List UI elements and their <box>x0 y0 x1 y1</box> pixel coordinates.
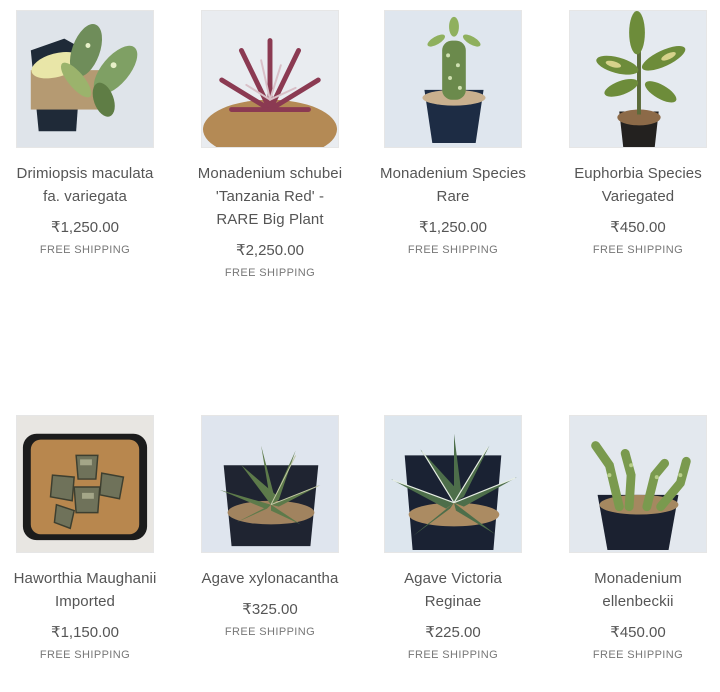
product-card[interactable]: Drimiopsis maculata fa. variegata ₹1,250… <box>0 10 170 256</box>
shipping-label: FREE SHIPPING <box>407 244 499 256</box>
product-card[interactable]: Monadenium ellenbeckii ₹450.00 FREE SHIP… <box>553 415 720 661</box>
product-price: ₹325.00 <box>242 601 298 618</box>
shipping-label: FREE SHIPPING <box>39 649 131 661</box>
product-card[interactable]: Euphorbia Species Variegated ₹450.00 FRE… <box>553 10 720 256</box>
monadenium-schubei-plant-image[interactable] <box>201 10 339 148</box>
product-price: ₹450.00 <box>610 624 666 641</box>
product-card[interactable]: Agave xylonacantha ₹325.00 FREE SHIPPING <box>185 415 355 638</box>
monadenium-species-plant-image[interactable] <box>384 10 522 148</box>
shipping-label: FREE SHIPPING <box>592 244 684 256</box>
product-title[interactable]: Euphorbia Species Variegated <box>563 162 713 208</box>
product-title[interactable]: Monadenium schubei 'Tanzania Red' - RARE… <box>195 162 345 231</box>
product-price: ₹450.00 <box>610 219 666 236</box>
drimiopsis-plant-image[interactable] <box>16 10 154 148</box>
product-price: ₹1,250.00 <box>419 219 487 236</box>
product-card[interactable]: Monadenium schubei 'Tanzania Red' - RARE… <box>185 10 355 279</box>
product-title[interactable]: Agave Victoria Reginae <box>378 567 528 613</box>
shipping-label: FREE SHIPPING <box>407 649 499 661</box>
agave-victoria-plant-image[interactable] <box>384 415 522 553</box>
product-card[interactable]: Agave Victoria Reginae ₹225.00 FREE SHIP… <box>368 415 538 661</box>
product-price: ₹1,250.00 <box>51 219 119 236</box>
product-price: ₹225.00 <box>425 624 481 641</box>
euphorbia-plant-image[interactable] <box>569 10 707 148</box>
product-title[interactable]: Monadenium ellenbeckii <box>563 567 713 613</box>
monadenium-ellenbeckii-plant-image[interactable] <box>569 415 707 553</box>
shipping-label: FREE SHIPPING <box>224 626 316 638</box>
product-title[interactable]: Drimiopsis maculata fa. variegata <box>10 162 160 208</box>
product-card[interactable]: Monadenium Species Rare ₹1,250.00 FREE S… <box>368 10 538 256</box>
product-grid: Drimiopsis maculata fa. variegata ₹1,250… <box>0 0 720 692</box>
shipping-label: FREE SHIPPING <box>39 244 131 256</box>
product-price: ₹2,250.00 <box>236 242 304 259</box>
product-card[interactable]: Haworthia Maughanii Imported ₹1,150.00 F… <box>0 415 170 661</box>
product-title[interactable]: Agave xylonacantha <box>195 567 345 590</box>
shipping-label: FREE SHIPPING <box>592 649 684 661</box>
product-title[interactable]: Monadenium Species Rare <box>378 162 528 208</box>
agave-xylonacantha-plant-image[interactable] <box>201 415 339 553</box>
product-price: ₹1,150.00 <box>51 624 119 641</box>
shipping-label: FREE SHIPPING <box>224 267 316 279</box>
product-title[interactable]: Haworthia Maughanii Imported <box>10 567 160 613</box>
haworthia-plant-image[interactable] <box>16 415 154 553</box>
